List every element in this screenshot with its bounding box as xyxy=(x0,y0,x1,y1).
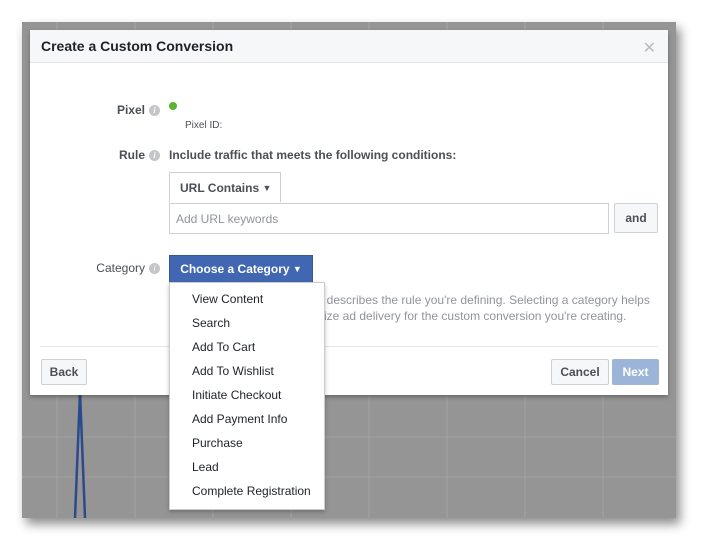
footer-divider xyxy=(40,346,658,347)
url-keywords-placeholder: Add URL keywords xyxy=(176,212,279,226)
custom-conversion-dialog: Create a Custom Conversion ✕ Pixel i Pixe… xyxy=(30,30,668,395)
caret-down-icon: ▼ xyxy=(292,264,302,274)
pixel-label: Pixel i xyxy=(117,103,160,117)
info-icon[interactable]: i xyxy=(149,263,160,275)
category-option-initiate-checkout[interactable]: Initiate Checkout xyxy=(170,383,324,407)
category-dropdown-menu: View Content Search Add To Cart Add To W… xyxy=(169,282,325,510)
dialog-title: Create a Custom Conversion xyxy=(41,38,234,54)
dialog-header: Create a Custom Conversion xyxy=(30,30,668,63)
category-option-lead[interactable]: Lead xyxy=(170,455,324,479)
category-option-add-payment-info[interactable]: Add Payment Info xyxy=(170,407,324,431)
next-button[interactable]: Next xyxy=(612,359,659,385)
category-option-complete-registration[interactable]: Complete Registration xyxy=(170,479,324,503)
cancel-button[interactable]: Cancel xyxy=(551,359,609,385)
condition-select[interactable]: URL Contains ▼ xyxy=(169,172,281,202)
rule-label: Rule i xyxy=(119,148,160,162)
category-option-search[interactable]: Search xyxy=(170,311,324,335)
url-keywords-input[interactable]: Add URL keywords xyxy=(169,203,609,234)
category-option-add-to-cart[interactable]: Add To Cart xyxy=(170,335,324,359)
close-icon[interactable]: ✕ xyxy=(643,38,656,58)
chart-line xyxy=(73,391,87,518)
pixel-status-dot xyxy=(169,102,177,110)
category-option-purchase[interactable]: Purchase xyxy=(170,431,324,455)
category-option-view-content[interactable]: View Content xyxy=(170,287,324,311)
back-button[interactable]: Back xyxy=(41,359,87,385)
category-option-add-to-wishlist[interactable]: Add To Wishlist xyxy=(170,359,324,383)
category-help-text: t describes the rule you're defining. Se… xyxy=(320,293,650,323)
category-label: Category i xyxy=(96,261,160,275)
pixel-id-label: Pixel ID: xyxy=(185,120,223,131)
info-icon[interactable]: i xyxy=(149,105,160,117)
and-button[interactable]: and xyxy=(614,203,658,233)
background-page: Create a Custom Conversion ✕ Pixel i Pixe… xyxy=(22,22,676,518)
rule-description: Include traffic that meets the following… xyxy=(169,148,457,162)
info-icon[interactable]: i xyxy=(149,150,160,162)
caret-down-icon: ▼ xyxy=(262,182,272,193)
choose-category-button[interactable]: Choose a Category ▼ xyxy=(169,255,313,283)
